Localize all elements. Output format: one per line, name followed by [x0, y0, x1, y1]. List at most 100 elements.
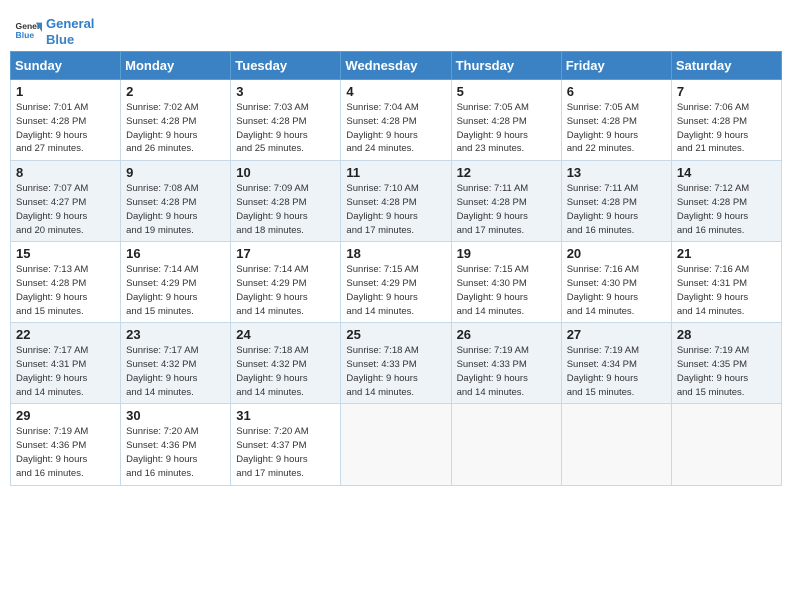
day-info: Sunrise: 7:11 AM Sunset: 4:28 PM Dayligh…	[567, 182, 666, 237]
weekday-header-wednesday: Wednesday	[341, 52, 451, 80]
day-info: Sunrise: 7:19 AM Sunset: 4:35 PM Dayligh…	[677, 344, 776, 399]
calendar-week-4: 22 Sunrise: 7:17 AM Sunset: 4:31 PM Dayli…	[11, 323, 782, 404]
calendar-cell: 19 Sunrise: 7:15 AM Sunset: 4:30 PM Dayli…	[451, 242, 561, 323]
day-number: 31	[236, 408, 335, 423]
day-number: 29	[16, 408, 115, 423]
day-info: Sunrise: 7:06 AM Sunset: 4:28 PM Dayligh…	[677, 101, 776, 156]
day-info: Sunrise: 7:19 AM Sunset: 4:34 PM Dayligh…	[567, 344, 666, 399]
day-info: Sunrise: 7:16 AM Sunset: 4:30 PM Dayligh…	[567, 263, 666, 318]
svg-text:Blue: Blue	[16, 30, 35, 40]
logo-text: GeneralBlue	[46, 16, 94, 47]
calendar-cell: 23 Sunrise: 7:17 AM Sunset: 4:32 PM Dayli…	[121, 323, 231, 404]
day-info: Sunrise: 7:07 AM Sunset: 4:27 PM Dayligh…	[16, 182, 115, 237]
calendar-cell: 17 Sunrise: 7:14 AM Sunset: 4:29 PM Dayli…	[231, 242, 341, 323]
calendar-cell: 6Sunrise: 7:05 AM Sunset: 4:28 PM Daylig…	[561, 80, 671, 161]
calendar-cell: 24 Sunrise: 7:18 AM Sunset: 4:32 PM Dayli…	[231, 323, 341, 404]
day-number: 16	[126, 246, 225, 261]
day-info: Sunrise: 7:13 AM Sunset: 4:28 PM Dayligh…	[16, 263, 115, 318]
calendar-cell: 22 Sunrise: 7:17 AM Sunset: 4:31 PM Dayli…	[11, 323, 121, 404]
calendar-week-1: 1 Sunrise: 7:01 AM Sunset: 4:28 PM Daylig…	[11, 80, 782, 161]
day-info: Sunrise: 7:02 AM Sunset: 4:28 PM Dayligh…	[126, 101, 225, 156]
header: General Blue GeneralBlue	[10, 10, 782, 47]
calendar-cell: 15 Sunrise: 7:13 AM Sunset: 4:28 PM Dayli…	[11, 242, 121, 323]
weekday-header-tuesday: Tuesday	[231, 52, 341, 80]
calendar-cell: 16 Sunrise: 7:14 AM Sunset: 4:29 PM Dayli…	[121, 242, 231, 323]
calendar-cell: 1 Sunrise: 7:01 AM Sunset: 4:28 PM Daylig…	[11, 80, 121, 161]
logo: General Blue GeneralBlue	[14, 16, 94, 47]
day-number: 11	[346, 165, 445, 180]
day-number: 15	[16, 246, 115, 261]
calendar-cell: 3 Sunrise: 7:03 AM Sunset: 4:28 PM Daylig…	[231, 80, 341, 161]
day-number: 8	[16, 165, 115, 180]
day-number: 21	[677, 246, 776, 261]
day-info: Sunrise: 7:18 AM Sunset: 4:32 PM Dayligh…	[236, 344, 335, 399]
day-info: Sunrise: 7:14 AM Sunset: 4:29 PM Dayligh…	[126, 263, 225, 318]
calendar-cell: 5 Sunrise: 7:05 AM Sunset: 4:28 PM Daylig…	[451, 80, 561, 161]
day-number: 6	[567, 84, 666, 99]
day-number: 4	[346, 84, 445, 99]
calendar-cell: 2 Sunrise: 7:02 AM Sunset: 4:28 PM Daylig…	[121, 80, 231, 161]
day-number: 30	[126, 408, 225, 423]
day-info: Sunrise: 7:05 AM Sunset: 4:28 PM Dayligh…	[457, 101, 556, 156]
calendar-cell: 10Sunrise: 7:09 AM Sunset: 4:28 PM Dayli…	[231, 161, 341, 242]
calendar-cell	[451, 404, 561, 485]
day-number: 26	[457, 327, 556, 342]
day-number: 14	[677, 165, 776, 180]
day-number: 18	[346, 246, 445, 261]
day-info: Sunrise: 7:15 AM Sunset: 4:29 PM Dayligh…	[346, 263, 445, 318]
day-info: Sunrise: 7:01 AM Sunset: 4:28 PM Dayligh…	[16, 101, 115, 156]
calendar-cell	[561, 404, 671, 485]
calendar-cell: 29 Sunrise: 7:19 AM Sunset: 4:36 PM Dayli…	[11, 404, 121, 485]
calendar-cell: 20Sunrise: 7:16 AM Sunset: 4:30 PM Dayli…	[561, 242, 671, 323]
day-info: Sunrise: 7:18 AM Sunset: 4:33 PM Dayligh…	[346, 344, 445, 399]
calendar-cell: 25Sunrise: 7:18 AM Sunset: 4:33 PM Dayli…	[341, 323, 451, 404]
day-info: Sunrise: 7:09 AM Sunset: 4:28 PM Dayligh…	[236, 182, 335, 237]
calendar-cell: 4 Sunrise: 7:04 AM Sunset: 4:28 PM Daylig…	[341, 80, 451, 161]
calendar-cell: 9 Sunrise: 7:08 AM Sunset: 4:28 PM Daylig…	[121, 161, 231, 242]
weekday-header-sunday: Sunday	[11, 52, 121, 80]
day-number: 24	[236, 327, 335, 342]
day-number: 7	[677, 84, 776, 99]
calendar-cell: 28 Sunrise: 7:19 AM Sunset: 4:35 PM Dayli…	[671, 323, 781, 404]
day-number: 9	[126, 165, 225, 180]
day-info: Sunrise: 7:11 AM Sunset: 4:28 PM Dayligh…	[457, 182, 556, 237]
day-number: 1	[16, 84, 115, 99]
weekday-header-monday: Monday	[121, 52, 231, 80]
logo-icon: General Blue	[14, 18, 42, 46]
day-number: 28	[677, 327, 776, 342]
calendar-cell: 30 Sunrise: 7:20 AM Sunset: 4:36 PM Dayli…	[121, 404, 231, 485]
calendar-week-5: 29 Sunrise: 7:19 AM Sunset: 4:36 PM Dayli…	[11, 404, 782, 485]
day-info: Sunrise: 7:17 AM Sunset: 4:31 PM Dayligh…	[16, 344, 115, 399]
calendar-cell: 12 Sunrise: 7:11 AM Sunset: 4:28 PM Dayli…	[451, 161, 561, 242]
day-number: 23	[126, 327, 225, 342]
calendar-cell: 8 Sunrise: 7:07 AM Sunset: 4:27 PM Daylig…	[11, 161, 121, 242]
day-info: Sunrise: 7:20 AM Sunset: 4:36 PM Dayligh…	[126, 425, 225, 480]
day-number: 13	[567, 165, 666, 180]
calendar-cell: 21 Sunrise: 7:16 AM Sunset: 4:31 PM Dayli…	[671, 242, 781, 323]
calendar-cell: 26Sunrise: 7:19 AM Sunset: 4:33 PM Dayli…	[451, 323, 561, 404]
calendar-cell	[671, 404, 781, 485]
calendar-cell: 13 Sunrise: 7:11 AM Sunset: 4:28 PM Dayli…	[561, 161, 671, 242]
day-number: 5	[457, 84, 556, 99]
day-number: 19	[457, 246, 556, 261]
day-info: Sunrise: 7:04 AM Sunset: 4:28 PM Dayligh…	[346, 101, 445, 156]
day-number: 17	[236, 246, 335, 261]
day-info: Sunrise: 7:14 AM Sunset: 4:29 PM Dayligh…	[236, 263, 335, 318]
calendar-cell: 31 Sunrise: 7:20 AM Sunset: 4:37 PM Dayli…	[231, 404, 341, 485]
day-number: 2	[126, 84, 225, 99]
day-number: 22	[16, 327, 115, 342]
day-info: Sunrise: 7:19 AM Sunset: 4:36 PM Dayligh…	[16, 425, 115, 480]
day-info: Sunrise: 7:15 AM Sunset: 4:30 PM Dayligh…	[457, 263, 556, 318]
day-info: Sunrise: 7:17 AM Sunset: 4:32 PM Dayligh…	[126, 344, 225, 399]
calendar-cell: 14 Sunrise: 7:12 AM Sunset: 4:28 PM Dayli…	[671, 161, 781, 242]
day-info: Sunrise: 7:16 AM Sunset: 4:31 PM Dayligh…	[677, 263, 776, 318]
day-info: Sunrise: 7:12 AM Sunset: 4:28 PM Dayligh…	[677, 182, 776, 237]
day-info: Sunrise: 7:03 AM Sunset: 4:28 PM Dayligh…	[236, 101, 335, 156]
day-info: Sunrise: 7:08 AM Sunset: 4:28 PM Dayligh…	[126, 182, 225, 237]
day-number: 3	[236, 84, 335, 99]
weekday-header-saturday: Saturday	[671, 52, 781, 80]
day-number: 27	[567, 327, 666, 342]
day-number: 12	[457, 165, 556, 180]
day-info: Sunrise: 7:20 AM Sunset: 4:37 PM Dayligh…	[236, 425, 335, 480]
weekday-header-thursday: Thursday	[451, 52, 561, 80]
